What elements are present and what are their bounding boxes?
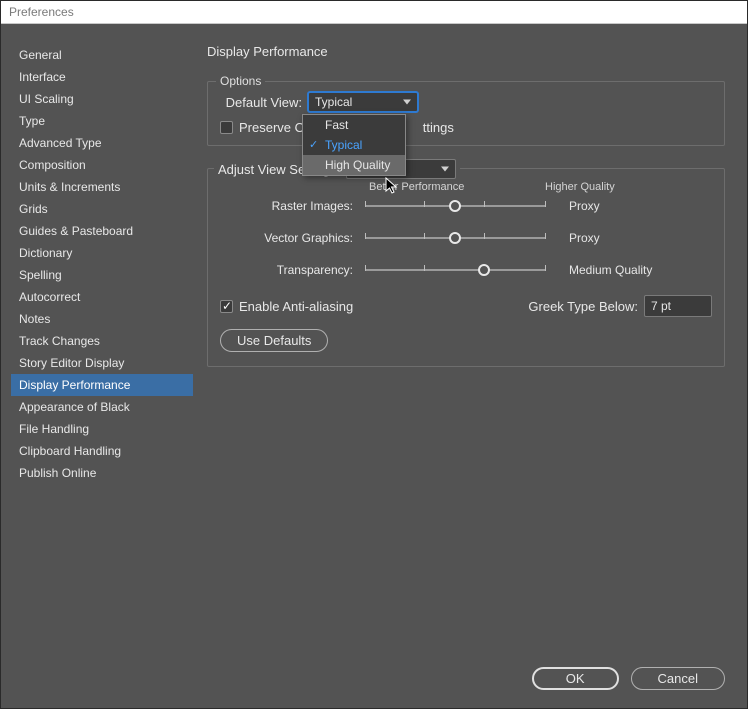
sidebar-item-units-increments[interactable]: Units & Increments (11, 176, 193, 198)
dropdown-item-high-quality[interactable]: High Quality (303, 155, 405, 175)
enable-aa-label: Enable Anti-aliasing (239, 299, 353, 314)
greek-label: Greek Type Below: (528, 299, 638, 314)
preserve-checkbox[interactable] (220, 121, 233, 134)
sidebar-item-notes[interactable]: Notes (11, 308, 193, 330)
options-legend: Options (216, 74, 265, 88)
sidebar-item-guides-pasteboard[interactable]: Guides & Pasteboard (11, 220, 193, 242)
preserve-row: Preserve O ttings (220, 120, 712, 135)
main-panel: Display Performance Options Default View… (207, 44, 725, 645)
adjust-fieldset: Adjust View Settings: Typical Better Per… (207, 168, 725, 367)
slider-0[interactable] (365, 199, 545, 213)
titlebar: Preferences (1, 1, 747, 24)
window-title: Preferences (9, 5, 74, 19)
sidebar-item-general[interactable]: General (11, 44, 193, 66)
slider-label-1: Vector Graphics: (220, 231, 365, 245)
sidebar-item-autocorrect[interactable]: Autocorrect (11, 286, 193, 308)
slider-header: Better Performance Higher Quality (220, 181, 712, 193)
dropdown-item-fast[interactable]: Fast (303, 115, 405, 135)
sidebar-item-clipboard-handling[interactable]: Clipboard Handling (11, 440, 193, 462)
default-view-select[interactable]: Typical (308, 92, 418, 112)
default-view-dropdown[interactable]: FastTypicalHigh Quality (302, 114, 406, 176)
use-defaults-button[interactable]: Use Defaults (220, 329, 328, 352)
sidebar-item-file-handling[interactable]: File Handling (11, 418, 193, 440)
slider-2[interactable] (365, 263, 545, 277)
sidebar-item-grids[interactable]: Grids (11, 198, 193, 220)
slider-value-0: Proxy (545, 199, 665, 213)
adjust-bottom-row: Enable Anti-aliasing Greek Type Below: (220, 295, 712, 317)
enable-aa-checkbox[interactable] (220, 300, 233, 313)
slider-label-0: Raster Images: (220, 199, 365, 213)
slider-1[interactable] (365, 231, 545, 245)
preserve-label-suffix: ttings (423, 120, 454, 135)
page-title: Display Performance (207, 44, 725, 59)
dropdown-item-typical[interactable]: Typical (303, 135, 405, 155)
sidebar-item-dictionary[interactable]: Dictionary (11, 242, 193, 264)
sidebar-item-composition[interactable]: Composition (11, 154, 193, 176)
sidebar-item-track-changes[interactable]: Track Changes (11, 330, 193, 352)
sidebar-item-display-performance[interactable]: Display Performance (11, 374, 193, 396)
better-perf-label: Better Performance (365, 181, 545, 193)
sidebar-item-ui-scaling[interactable]: UI Scaling (11, 88, 193, 110)
sidebar-item-type[interactable]: Type (11, 110, 193, 132)
slider-value-2: Medium Quality (545, 263, 665, 277)
slider-label-2: Transparency: (220, 263, 365, 277)
higher-quality-label: Higher Quality (545, 181, 665, 193)
options-fieldset: Options Default View: Typical Preserve O… (207, 81, 725, 146)
slider-grid: Raster Images: Proxy Vector Graphics: Proxy… (220, 199, 712, 277)
sidebar: GeneralInterfaceUI ScalingTypeAdvanced T… (11, 44, 193, 645)
sidebar-item-advanced-type[interactable]: Advanced Type (11, 132, 193, 154)
cancel-button[interactable]: Cancel (631, 667, 725, 690)
default-view-value: Typical (315, 95, 352, 109)
sidebar-item-appearance-of-black[interactable]: Appearance of Black (11, 396, 193, 418)
ok-button[interactable]: OK (532, 667, 619, 690)
greek-input[interactable] (644, 295, 712, 317)
default-view-row: Default View: Typical (220, 92, 712, 112)
default-view-label: Default View: (220, 95, 302, 110)
sidebar-item-spelling[interactable]: Spelling (11, 264, 193, 286)
preferences-window: Preferences GeneralInterfaceUI ScalingTy… (0, 0, 748, 709)
slider-value-1: Proxy (545, 231, 665, 245)
sidebar-item-publish-online[interactable]: Publish Online (11, 462, 193, 484)
preserve-label-prefix: Preserve O (239, 120, 305, 135)
sidebar-item-interface[interactable]: Interface (11, 66, 193, 88)
window-body: GeneralInterfaceUI ScalingTypeAdvanced T… (1, 24, 747, 657)
sidebar-item-story-editor-display[interactable]: Story Editor Display (11, 352, 193, 374)
footer: OK Cancel (1, 657, 747, 708)
